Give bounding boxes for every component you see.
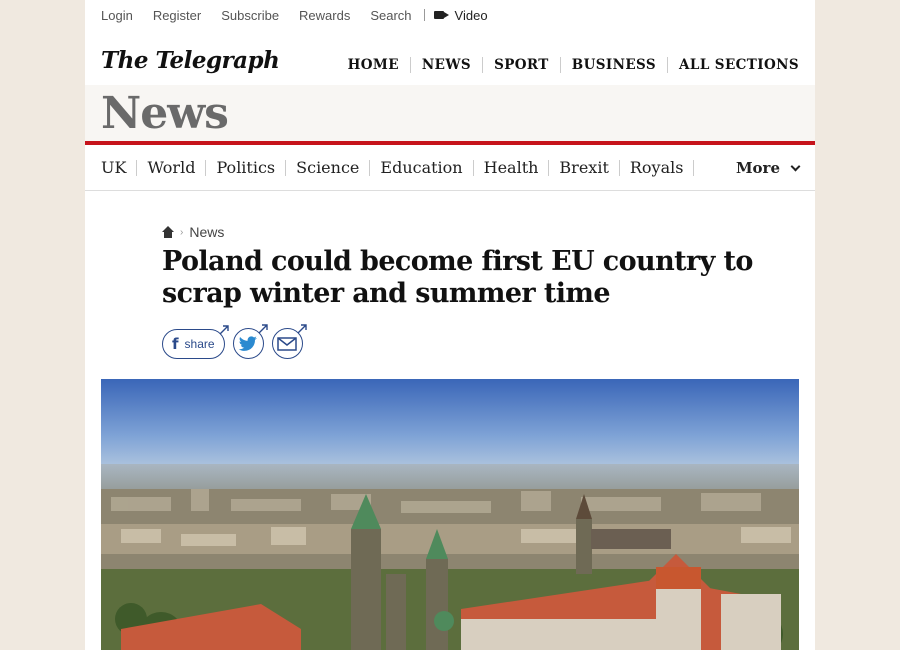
utility-bar: Login Register Subscribe Rewards Search … — [85, 0, 815, 30]
facebook-share-button[interactable]: f share — [162, 324, 229, 359]
subnav-science[interactable]: Science — [285, 159, 369, 176]
email-icon — [277, 336, 297, 351]
search-link[interactable]: Search — [370, 8, 411, 23]
share-arrow-icon — [219, 324, 229, 334]
main-nav: HOME NEWS SPORT BUSINESS ALL SECTIONS — [337, 57, 799, 73]
subnav-politics[interactable]: Politics — [205, 159, 285, 176]
email-share-button[interactable] — [271, 324, 307, 359]
page: Login Register Subscribe Rewards Search … — [85, 0, 815, 650]
utility-divider — [423, 9, 425, 21]
telegraph-logo[interactable]: The Telegraph — [101, 47, 280, 74]
section-header: News — [85, 85, 815, 145]
section-subnav: UK World Politics Science Education Heal… — [85, 145, 815, 191]
login-link[interactable]: Login — [101, 8, 133, 23]
subscribe-link[interactable]: Subscribe — [221, 8, 279, 23]
twitter-share-button[interactable] — [232, 324, 268, 359]
video-camera-icon — [433, 11, 449, 19]
city-skyline-illustration — [101, 379, 799, 650]
subnav-brexit[interactable]: Brexit — [548, 159, 618, 176]
subnav-education[interactable]: Education — [369, 159, 472, 176]
nav-home[interactable]: HOME — [337, 57, 410, 73]
subnav-divider — [693, 159, 695, 176]
article-headline: Poland could become first EU country to … — [162, 246, 753, 309]
video-label: Video — [454, 7, 488, 23]
subnav-uk[interactable]: UK — [101, 159, 136, 176]
home-icon[interactable] — [162, 226, 174, 238]
facebook-icon: f — [172, 334, 179, 353]
section-title[interactable]: News — [101, 88, 229, 139]
nav-sport[interactable]: SPORT — [482, 57, 560, 73]
breadcrumb: › News — [162, 224, 224, 240]
share-bar: f share — [162, 324, 311, 359]
subnav-world[interactable]: World — [136, 159, 205, 176]
chevron-down-icon — [790, 161, 801, 171]
nav-business[interactable]: BUSINESS — [559, 57, 667, 73]
share-label: share — [184, 336, 215, 351]
rewards-link[interactable]: Rewards — [299, 8, 350, 23]
video-link[interactable]: Video — [433, 7, 488, 23]
share-arrow-icon — [297, 324, 307, 334]
twitter-icon — [238, 335, 257, 351]
subnav-health[interactable]: Health — [472, 159, 549, 176]
breadcrumb-separator: › — [180, 226, 184, 238]
register-link[interactable]: Register — [153, 8, 201, 23]
breadcrumb-news[interactable]: News — [189, 224, 224, 240]
masthead: The Telegraph HOME NEWS SPORT BUSINESS A… — [85, 30, 815, 85]
hero-image — [101, 379, 799, 650]
more-label: More — [735, 159, 780, 177]
share-arrow-icon — [258, 324, 268, 334]
more-menu-button[interactable]: More — [735, 159, 801, 177]
nav-all-sections[interactable]: ALL SECTIONS — [667, 57, 799, 73]
nav-news[interactable]: NEWS — [409, 57, 482, 73]
subnav-royals[interactable]: Royals — [618, 159, 694, 176]
